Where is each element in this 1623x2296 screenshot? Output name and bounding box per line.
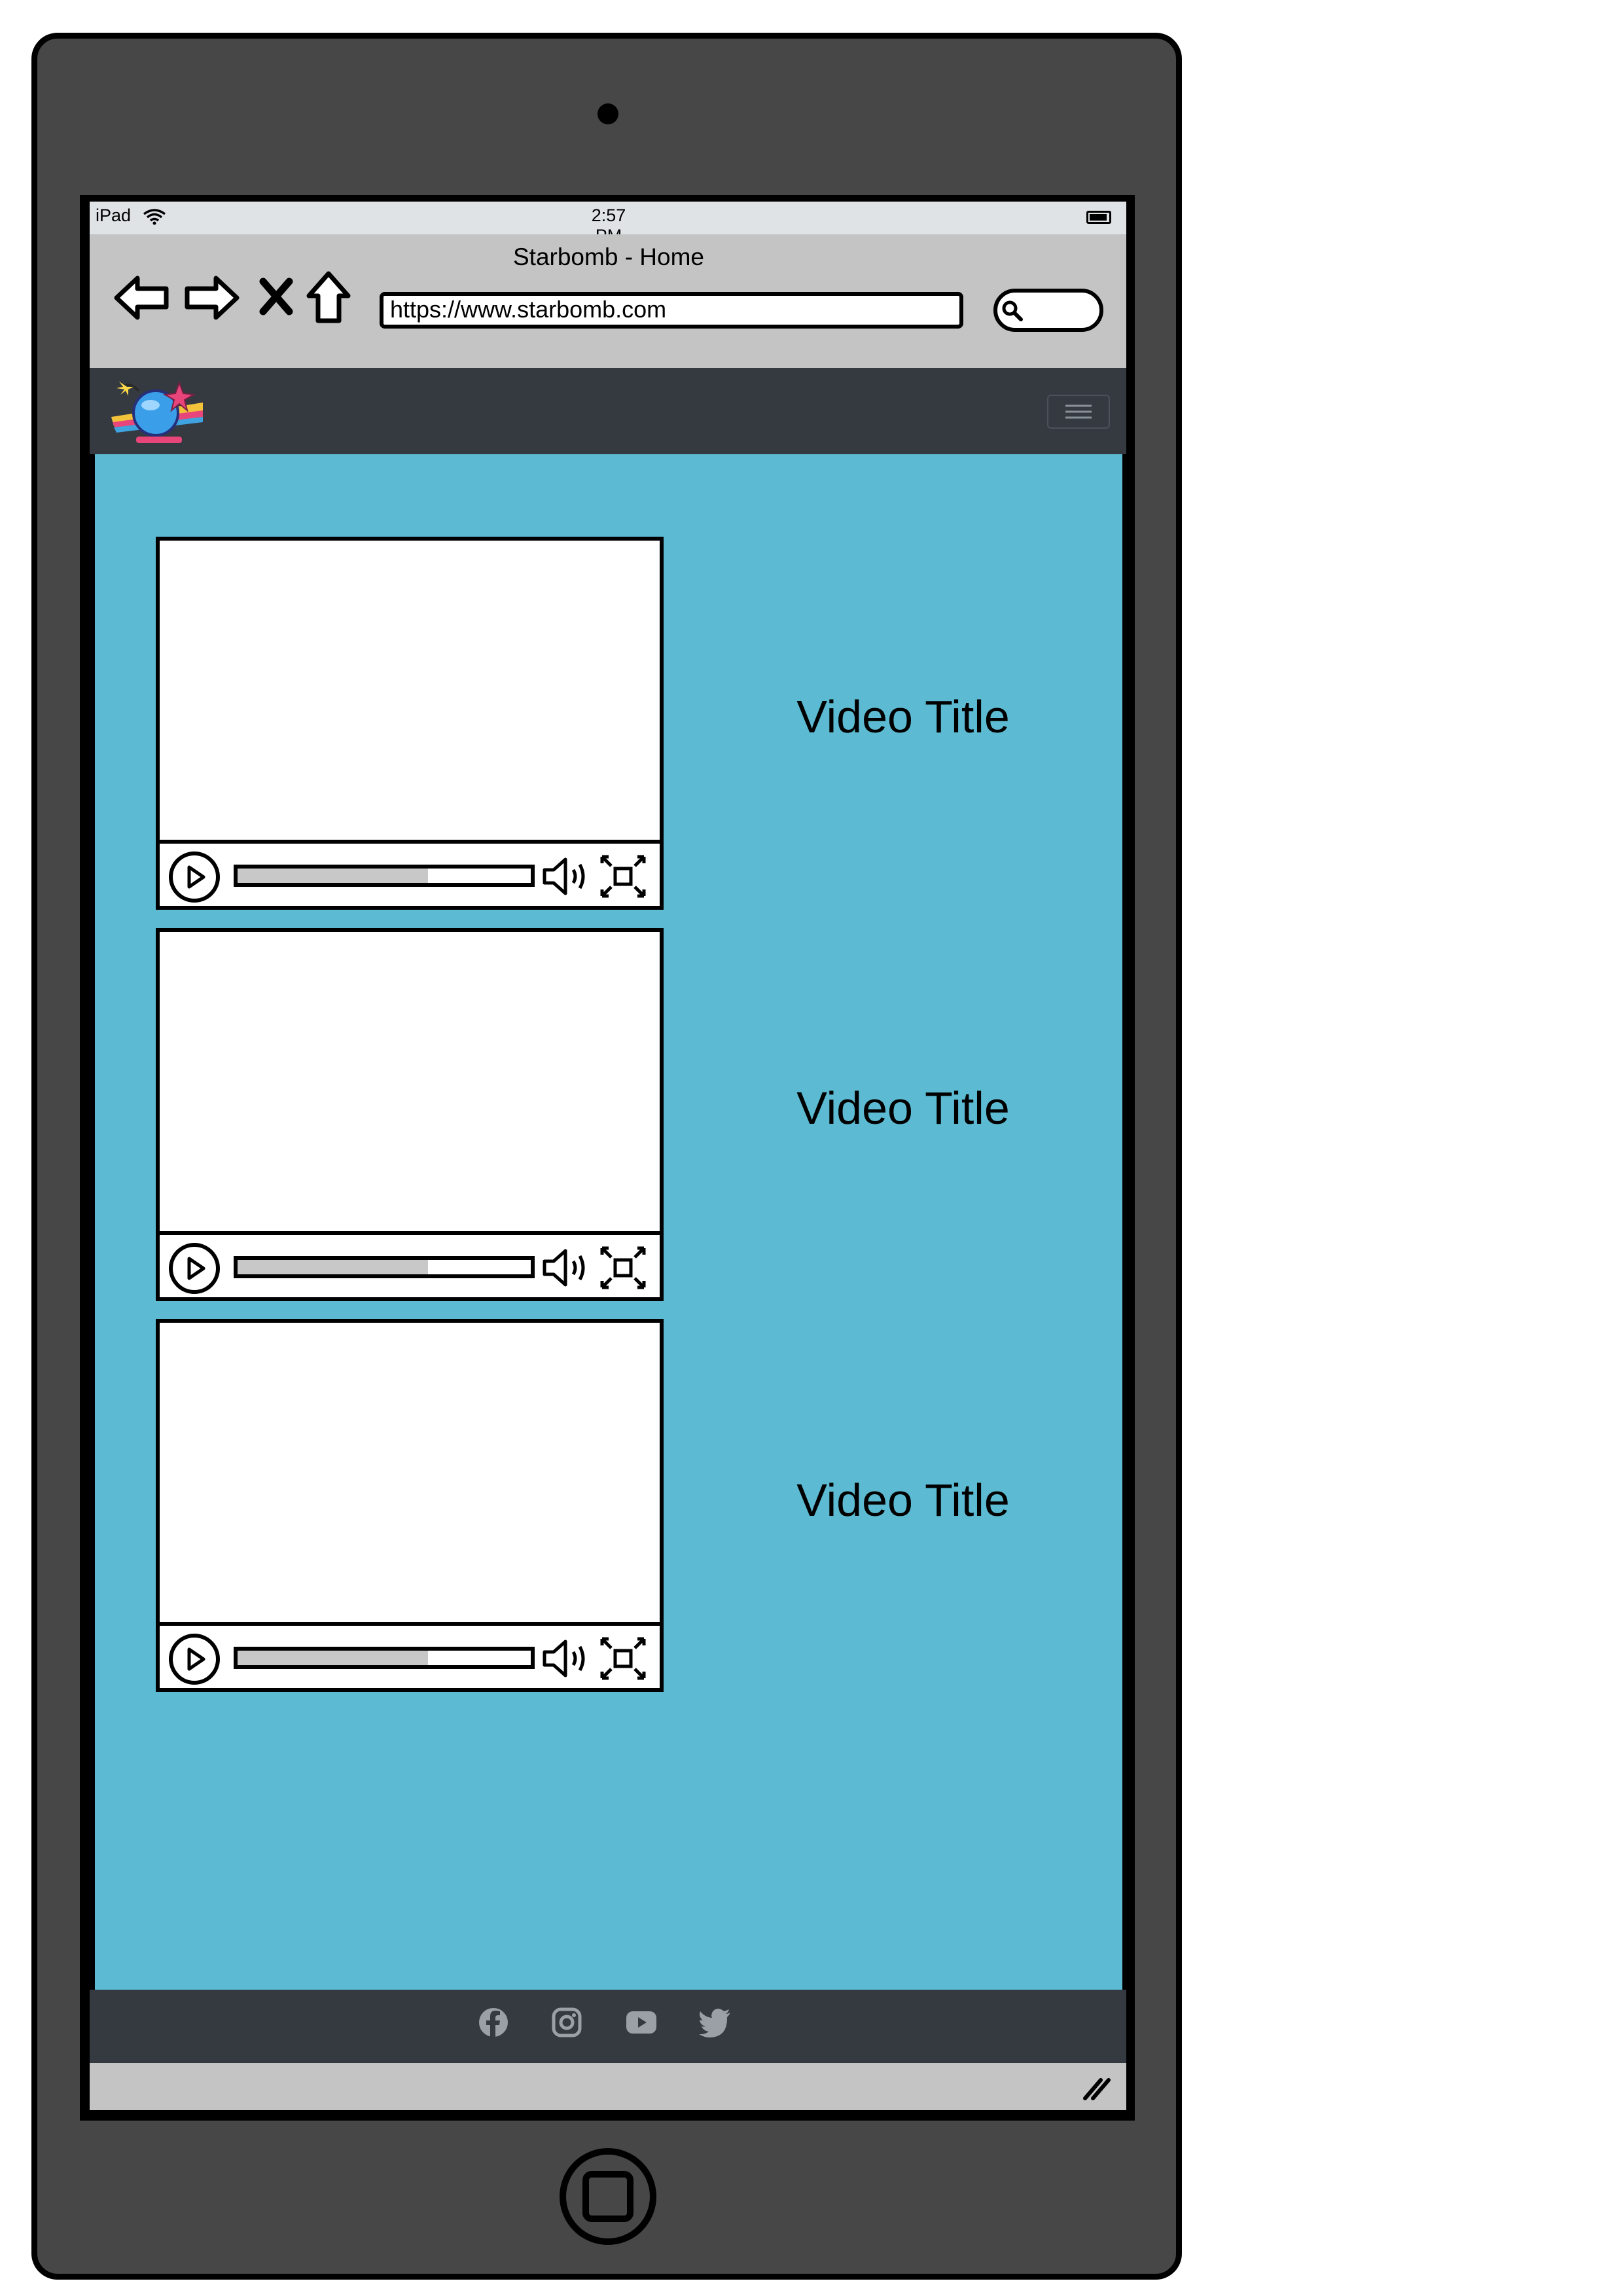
search-icon [1002, 300, 1023, 321]
video-progress-bar[interactable] [234, 1647, 535, 1669]
home-button-inner [582, 2171, 633, 2222]
back-arrow-icon[interactable] [113, 272, 171, 324]
video-title-3[interactable]: Video Title [759, 1474, 1047, 1526]
play-button[interactable] [169, 852, 220, 903]
youtube-icon[interactable] [622, 2003, 661, 2042]
site-navbar [90, 368, 1126, 454]
url-text: https://www.starbomb.com [390, 296, 667, 323]
video-player-2[interactable] [156, 928, 664, 1301]
video-progress-bar[interactable] [234, 1256, 535, 1278]
menu-toggle-button[interactable] [1047, 395, 1110, 429]
browser-bottom-bar [90, 2063, 1126, 2110]
volume-icon[interactable] [541, 1244, 593, 1291]
hamburger-icon [1065, 404, 1092, 419]
status-device-label: iPad [96, 206, 168, 226]
video-controls [160, 840, 660, 906]
forward-arrow-icon[interactable] [182, 272, 241, 324]
video-progress-bar[interactable] [234, 865, 535, 887]
fullscreen-icon[interactable] [598, 853, 648, 900]
facebook-icon[interactable] [474, 2003, 513, 2042]
home-icon[interactable] [305, 270, 352, 325]
play-icon [187, 865, 205, 889]
video-progress-fill [238, 869, 429, 883]
video-title-1[interactable]: Video Title [759, 691, 1047, 743]
volume-icon[interactable] [541, 853, 593, 900]
starbomb-logo[interactable] [105, 376, 209, 447]
play-button[interactable] [169, 1634, 220, 1685]
battery-level [1090, 214, 1107, 221]
video-player-3[interactable] [156, 1319, 664, 1692]
play-icon [187, 1647, 205, 1671]
wifi-icon [143, 209, 166, 225]
site-footer [90, 1990, 1126, 2063]
device-name: iPad [96, 206, 132, 225]
play-icon [187, 1257, 205, 1280]
close-icon[interactable] [257, 275, 296, 318]
video-player-1[interactable] [156, 537, 664, 910]
play-button[interactable] [169, 1243, 220, 1294]
resize-handle-icon[interactable] [1080, 2075, 1111, 2101]
video-controls [160, 1231, 660, 1297]
volume-icon[interactable] [541, 1635, 593, 1682]
instagram-icon[interactable] [547, 2003, 586, 2042]
video-progress-fill [238, 1651, 429, 1665]
video-title-2[interactable]: Video Title [759, 1082, 1047, 1134]
twitter-icon[interactable] [696, 2003, 736, 2042]
browser-tab-title: Starbomb - Home [513, 243, 704, 270]
camera-dot [597, 103, 618, 124]
fullscreen-icon[interactable] [598, 1244, 648, 1291]
video-progress-fill [238, 1260, 429, 1274]
video-controls [160, 1622, 660, 1688]
fullscreen-icon[interactable] [598, 1635, 648, 1682]
